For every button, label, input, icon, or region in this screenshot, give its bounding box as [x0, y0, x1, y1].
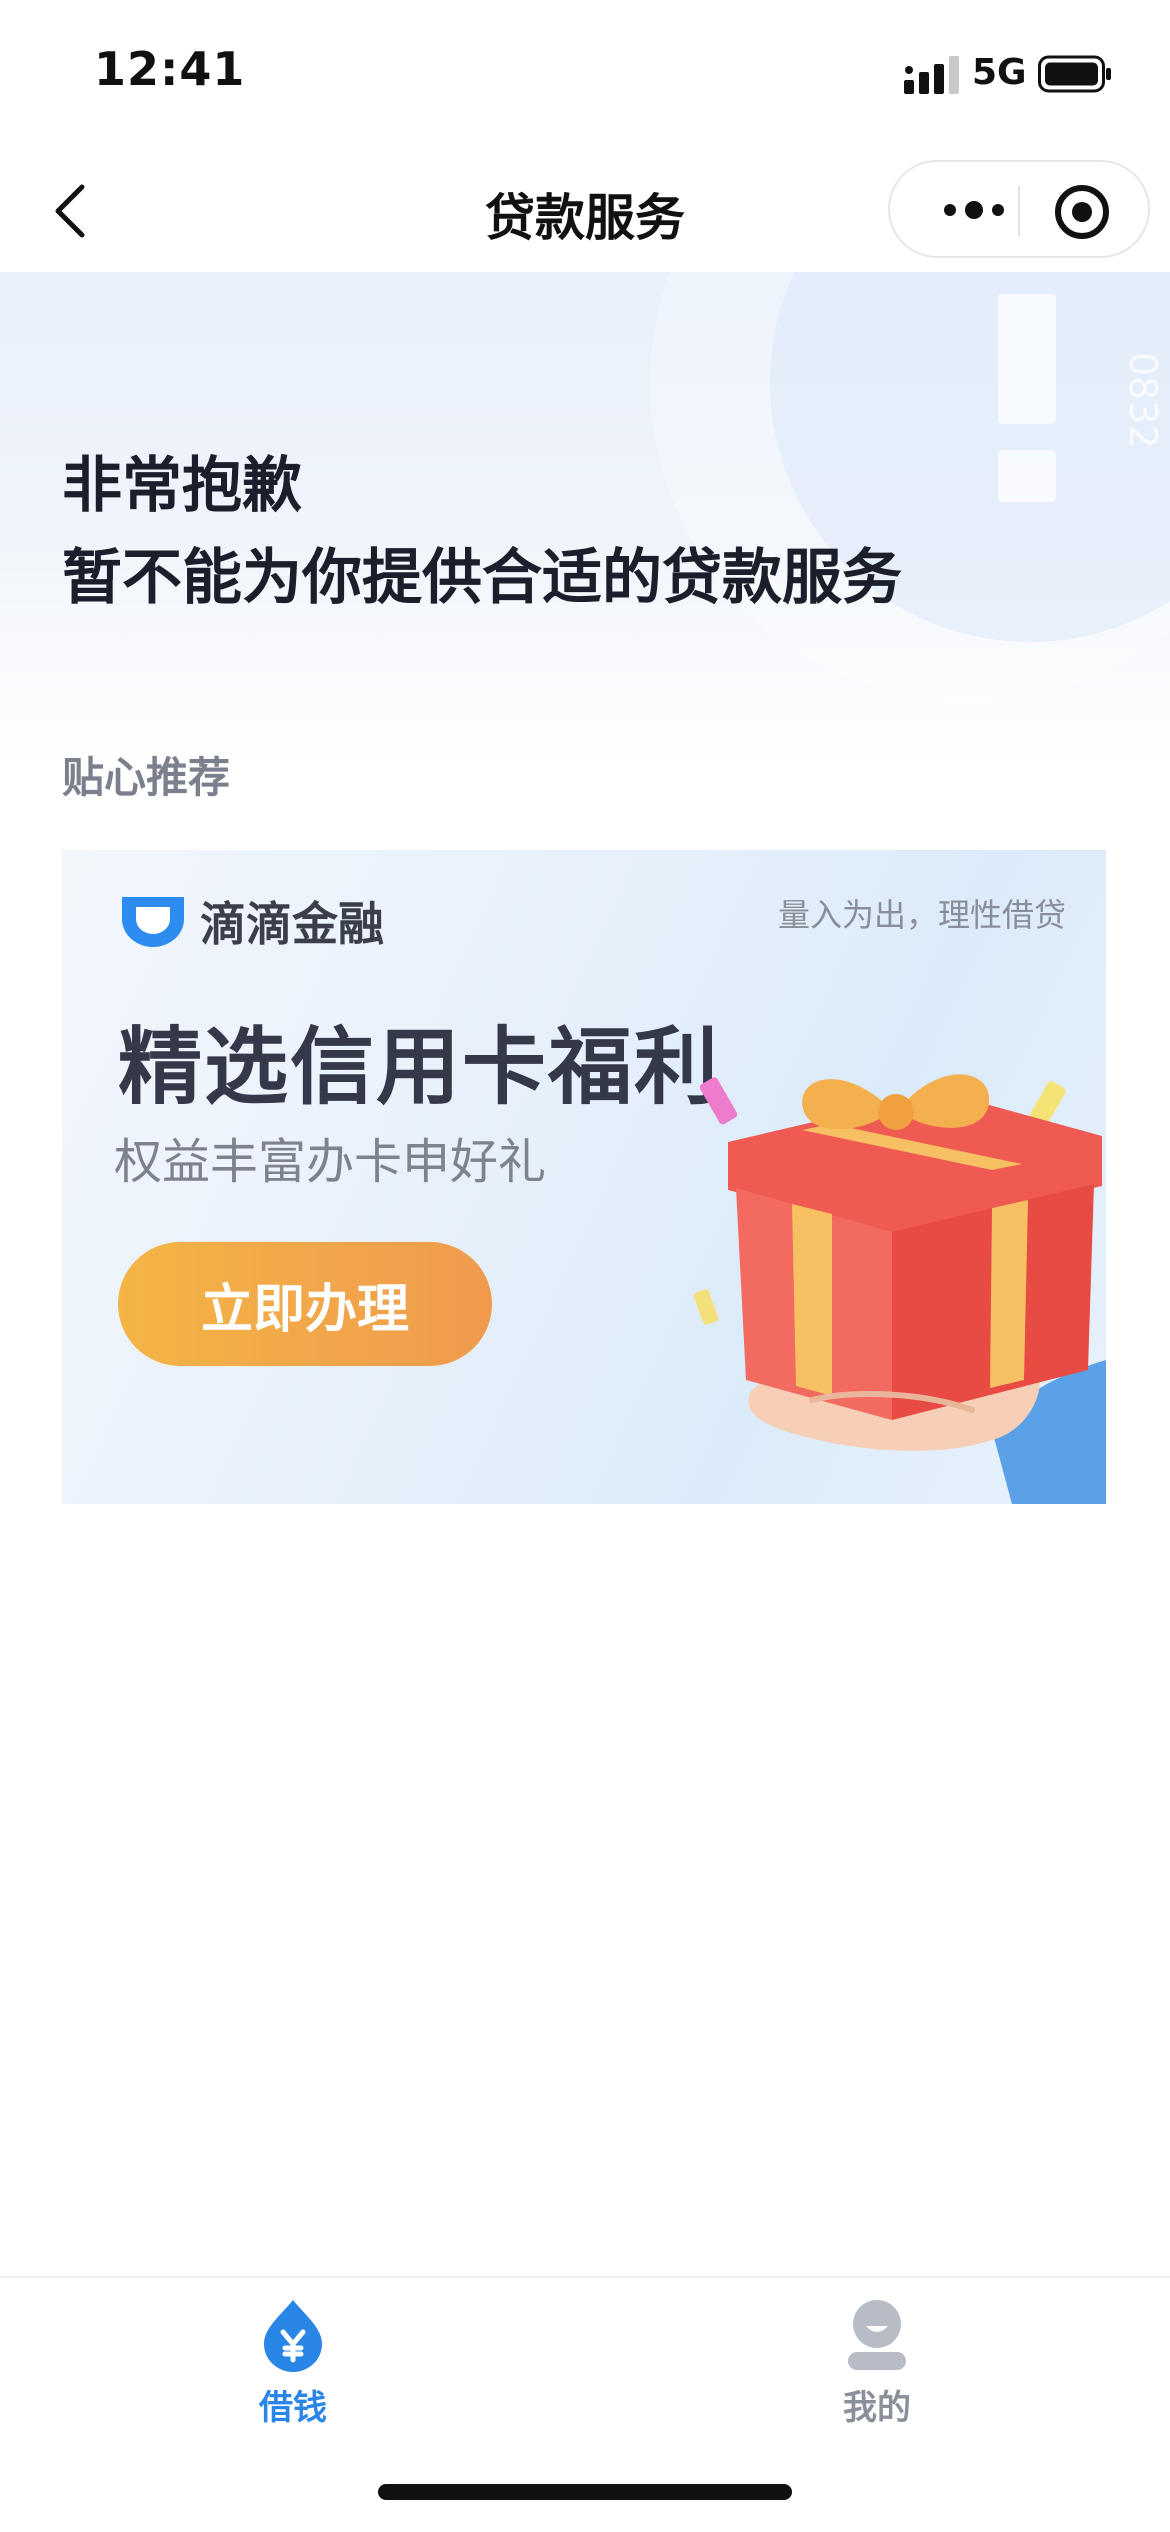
promo-banner[interactable]: 滴滴金融 量入为出，理性借贷 精选信用卡福利 权益丰富办卡申好礼 立即办理 [62, 850, 1106, 1504]
hero-section: 0832 非常抱歉 暂不能为你提供合适的贷款服务 [0, 272, 1170, 772]
apology-message: 暂不能为你提供合适的贷款服务 [62, 543, 902, 613]
tab-mine-label: 我的 [843, 2388, 911, 2428]
recommend-label: 贴心推荐 [62, 753, 231, 802]
home-indicator [378, 2484, 792, 2500]
yuan-drop-icon [264, 2300, 322, 2372]
brand-name: 滴滴金融 [200, 897, 384, 951]
banner-slogan: 量入为出，理性借贷 [777, 896, 1066, 934]
banner-title: 精选信用卡福利 [118, 1018, 721, 1116]
apply-now-button[interactable]: 立即办理 [118, 1242, 492, 1366]
didi-logo-icon [122, 897, 184, 947]
nav-bar: 贷款服务 [0, 150, 1170, 272]
more-button[interactable] [934, 182, 1014, 238]
capsule-divider [1018, 186, 1020, 236]
apology-title: 非常抱歉 [62, 451, 302, 521]
brand: 滴滴金融 [118, 888, 384, 954]
network-type: 5G [972, 52, 1027, 93]
status-bar: 12:41 5G [0, 0, 1170, 150]
battery-icon [1038, 55, 1111, 93]
banner-subtitle: 权益丰富办卡申好礼 [114, 1134, 547, 1190]
tab-borrow-label: 借钱 [259, 2388, 327, 2428]
gift-box-icon [693, 1074, 1106, 1504]
target-circle-icon [1055, 185, 1109, 239]
tab-borrow[interactable]: 借钱 [193, 2298, 393, 2448]
tab-mine[interactable]: 我的 [777, 2298, 977, 2448]
status-time: 12:41 [94, 42, 246, 96]
user-icon [848, 2300, 906, 2370]
signal-icon [904, 56, 959, 94]
close-mini-program-button[interactable] [1050, 180, 1114, 244]
mini-program-capsule [888, 160, 1150, 258]
more-dots-icon [944, 201, 1004, 219]
deco-code: 0832 [1121, 352, 1165, 449]
